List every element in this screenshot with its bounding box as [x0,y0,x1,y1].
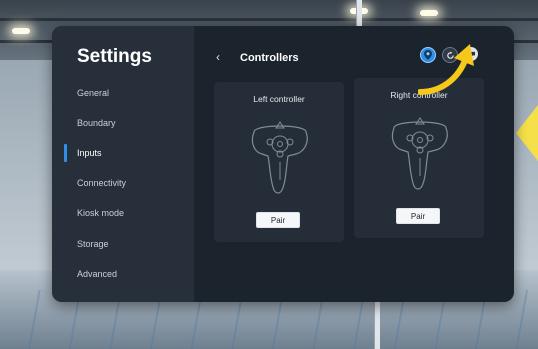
sidebar-item-general[interactable]: General [77,88,109,98]
settings-sidebar: Settings General Boundary Inputs Connect… [52,26,194,302]
sidebar-item-boundary[interactable]: Boundary [77,118,116,128]
left-controller-label: Left controller [253,94,305,104]
sidebar-title: Settings [77,46,152,67]
right-pair-button[interactable]: Pair [396,208,440,224]
back-button[interactable]: ‹ [216,50,220,64]
sidebar-item-advanced[interactable]: Advanced [77,269,117,279]
sidebar-item-connectivity[interactable]: Connectivity [77,178,126,188]
sidebar-item-inputs[interactable]: Inputs [77,148,102,158]
page-title: Controllers [240,52,299,64]
sidebar-item-storage[interactable]: Storage [77,239,109,249]
chevron-left-icon: ‹ [216,50,220,64]
annotation-arrow-icon [418,44,474,95]
right-controller-card: Right controller Pair [354,78,484,238]
sidebar-item-kiosk-mode[interactable]: Kiosk mode [77,208,124,218]
left-controller-icon [251,121,308,194]
left-controller-card: Left controller Pair [214,82,344,242]
right-controller-icon [391,117,448,190]
left-pair-button[interactable]: Pair [256,212,300,228]
active-indicator [64,144,67,162]
